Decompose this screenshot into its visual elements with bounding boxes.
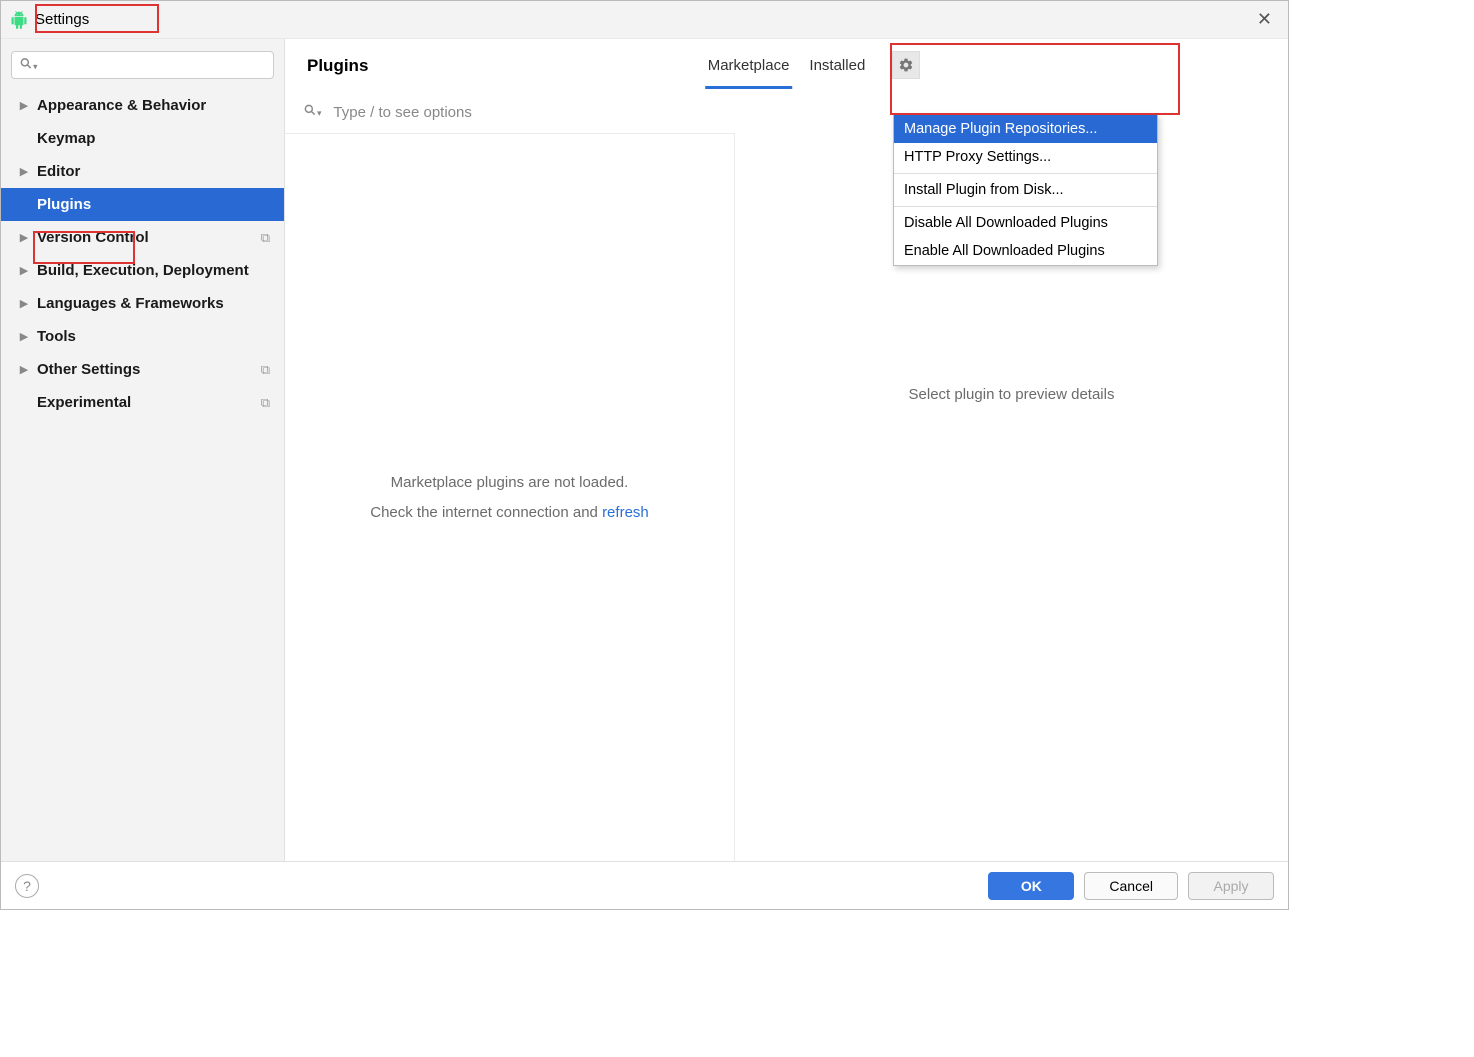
gear-button[interactable] [892, 51, 920, 79]
content-panel: Plugins Marketplace Installed ▾ Type / t… [285, 39, 1288, 861]
menu-item-enable-all[interactable]: Enable All Downloaded Plugins [894, 237, 1157, 265]
menu-item-manage-repos[interactable]: Manage Plugin Repositories... [894, 115, 1157, 143]
refresh-link[interactable]: refresh [602, 504, 649, 521]
sidebar-item-languages[interactable]: ▶ Languages & Frameworks [1, 287, 284, 320]
sidebar-search[interactable]: ▾ [11, 51, 274, 79]
chevron-right-icon: ▶ [17, 264, 31, 278]
scheme-icon: ⧉ [261, 230, 270, 246]
ok-button[interactable]: OK [988, 872, 1074, 900]
sidebar-item-tools[interactable]: ▶ Tools [1, 320, 284, 353]
search-icon: ▾ [303, 104, 325, 120]
page-title: Plugins [307, 56, 368, 76]
sidebar-item-build[interactable]: ▶ Build, Execution, Deployment [1, 254, 284, 287]
title-bar: Settings ✕ [1, 1, 1288, 39]
tab-installed[interactable]: Installed [806, 43, 868, 89]
sidebar-item-editor[interactable]: ▶ Editor [1, 155, 284, 188]
chevron-right-icon: ▶ [17, 231, 31, 245]
sidebar-item-experimental[interactable]: ▶ Experimental ⧉ [1, 386, 284, 419]
sidebar-item-label: Languages & Frameworks [37, 295, 224, 312]
scheme-icon: ⧉ [261, 395, 270, 411]
marketplace-empty-panel: Marketplace plugins are not loaded. Chec… [285, 134, 735, 861]
chevron-right-icon: ▶ [17, 330, 31, 344]
menu-separator [894, 206, 1157, 207]
close-button[interactable]: ✕ [1249, 9, 1280, 30]
menu-item-disable-all[interactable]: Disable All Downloaded Plugins [894, 209, 1157, 237]
chevron-right-icon: ▶ [17, 99, 31, 113]
apply-button[interactable]: Apply [1188, 872, 1274, 900]
menu-item-install-disk[interactable]: Install Plugin from Disk... [894, 176, 1157, 204]
sidebar-item-appearance[interactable]: ▶ Appearance & Behavior [1, 89, 284, 122]
chevron-right-icon: ▶ [17, 297, 31, 311]
sidebar-item-keymap[interactable]: ▶ Keymap [1, 122, 284, 155]
window-title: Settings [35, 11, 89, 28]
dialog-button-bar: ? OK Cancel Apply [1, 861, 1288, 909]
sidebar-item-label: Tools [37, 328, 76, 345]
sidebar-item-label: Other Settings [37, 361, 140, 378]
preview-placeholder: Select plugin to preview details [909, 386, 1115, 403]
android-studio-icon [9, 10, 29, 30]
content-header: Plugins Marketplace Installed [285, 39, 1288, 93]
tab-marketplace[interactable]: Marketplace [705, 43, 793, 89]
annotation-box-gear [890, 43, 1180, 115]
settings-tree: ▶ Appearance & Behavior ▶ Keymap ▶ Edito… [1, 89, 284, 419]
menu-item-http-proxy[interactable]: HTTP Proxy Settings... [894, 143, 1157, 171]
sidebar-item-plugins[interactable]: ▶ Plugins [1, 188, 284, 221]
sidebar-item-other[interactable]: ▶ Other Settings ⧉ [1, 353, 284, 386]
search-icon: ▾ [19, 57, 38, 74]
gear-dropdown-menu: Manage Plugin Repositories... HTTP Proxy… [893, 114, 1158, 266]
plugin-search-placeholder: Type / to see options [333, 104, 471, 121]
main-area: ▾ ▶ Appearance & Behavior ▶ Keymap ▶ Edi… [1, 39, 1288, 861]
cancel-button[interactable]: Cancel [1084, 872, 1178, 900]
sidebar-item-label: Appearance & Behavior [37, 97, 206, 114]
menu-separator [894, 173, 1157, 174]
settings-window: Settings ✕ ▾ ▶ Appearance & Behavior ▶ K… [0, 0, 1289, 910]
plugin-search-row[interactable]: ▾ Type / to see options [285, 93, 735, 134]
sidebar-item-label: Editor [37, 163, 80, 180]
sidebar-item-label: Version Control [37, 229, 149, 246]
sidebar-item-version-control[interactable]: ▶ Version Control ⧉ [1, 221, 284, 254]
sidebar-item-label: Keymap [37, 130, 95, 147]
settings-sidebar: ▾ ▶ Appearance & Behavior ▶ Keymap ▶ Edi… [1, 39, 285, 861]
help-button[interactable]: ? [15, 874, 39, 898]
chevron-right-icon: ▶ [17, 363, 31, 377]
empty-text-line1: Marketplace plugins are not loaded. [391, 468, 629, 498]
scheme-icon: ⧉ [261, 362, 270, 378]
chevron-right-icon: ▶ [17, 165, 31, 179]
sidebar-item-label: Plugins [37, 196, 91, 213]
sidebar-item-label: Experimental [37, 394, 131, 411]
empty-text-line2: Check the internet connection and refres… [370, 498, 649, 528]
sidebar-item-label: Build, Execution, Deployment [37, 262, 249, 279]
plugin-tabs: Marketplace Installed [705, 43, 869, 89]
sidebar-search-input[interactable] [11, 51, 274, 79]
